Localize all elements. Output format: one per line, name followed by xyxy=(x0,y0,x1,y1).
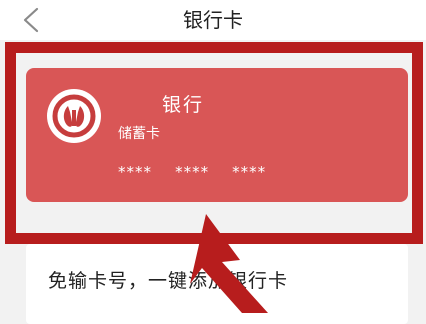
page-title: 银行卡 xyxy=(183,8,243,32)
pointer-arrow-icon xyxy=(190,214,268,313)
top-bar: 银行卡 xyxy=(0,0,426,40)
